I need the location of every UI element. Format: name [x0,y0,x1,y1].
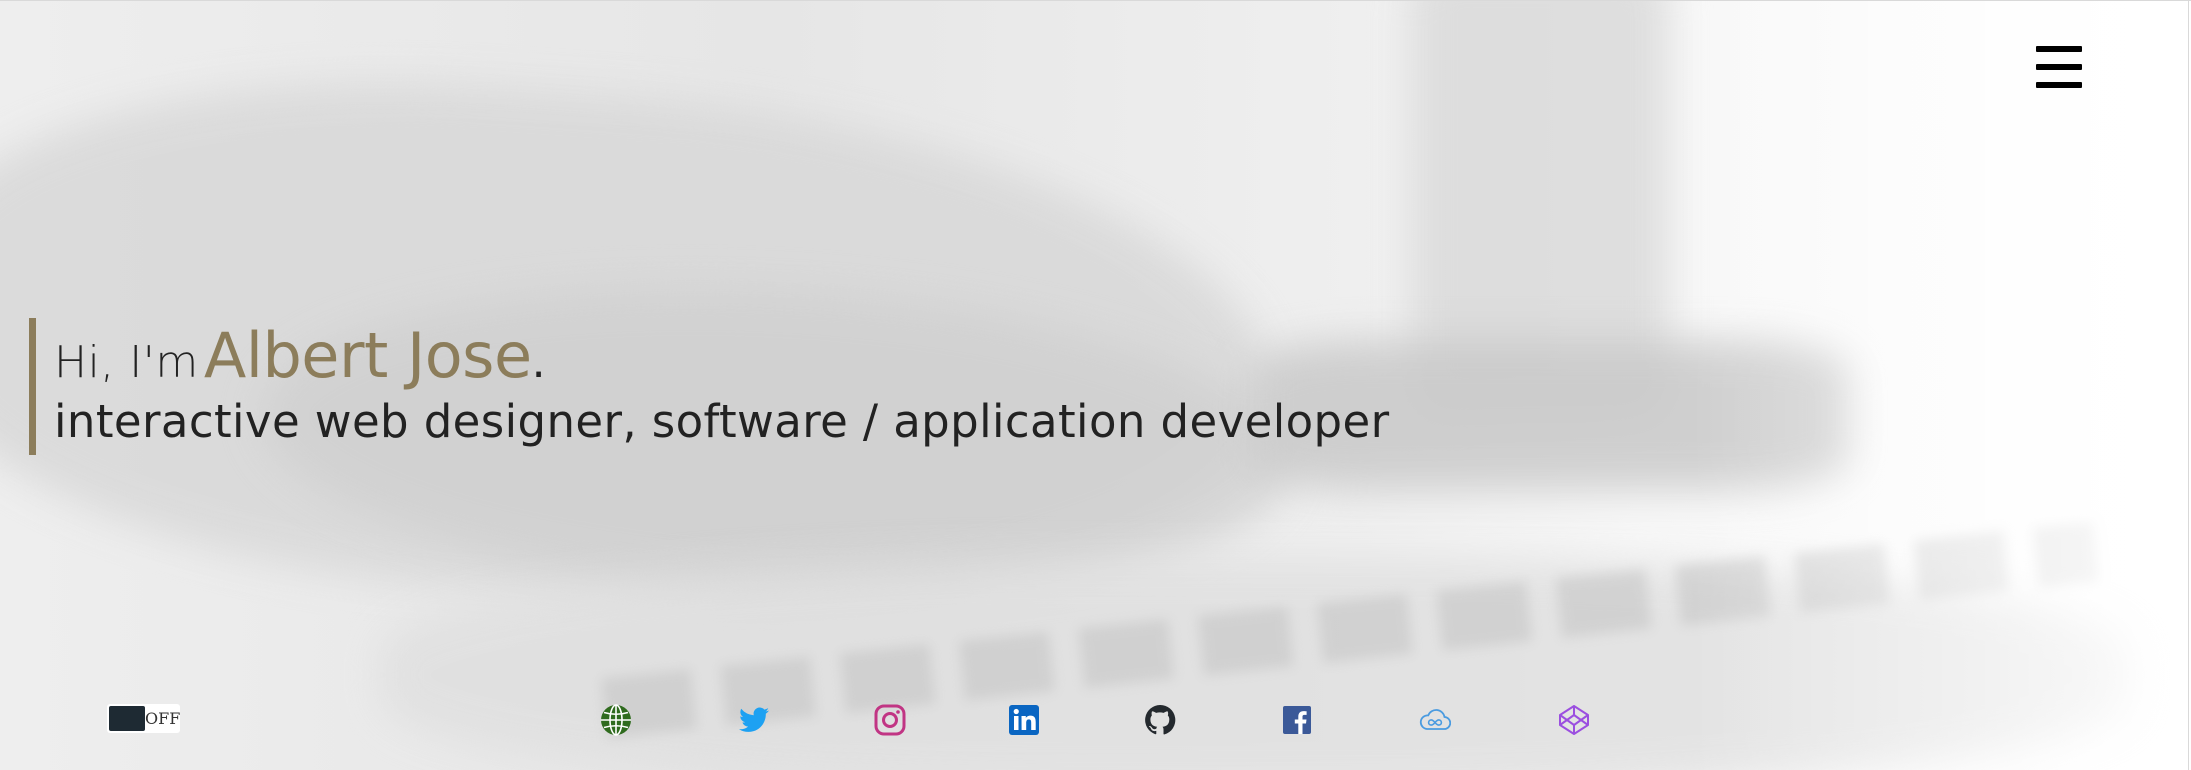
name-text: Albert Jose [203,319,532,392]
twitter-icon [739,707,769,732]
facebook-icon [1283,706,1311,734]
background-fade [1691,0,2191,770]
instagram-link[interactable] [873,703,907,737]
menu-button[interactable] [2036,46,2084,90]
intro-block: Hi, I'm Albert Jose. interactive web des… [29,318,1529,455]
github-icon [1145,704,1176,735]
codepen-icon [1559,705,1589,735]
linkedin-icon [1009,705,1039,735]
greeting-text: Hi, I'm [54,337,199,388]
facebook-link[interactable] [1280,703,1314,737]
intro-heading: Hi, I'm Albert Jose. [54,318,1529,394]
github-link[interactable] [1143,703,1177,737]
right-border [2188,0,2189,770]
cloud-infinity-icon [1419,709,1451,730]
toggle-label: OFF [145,709,181,728]
linkedin-link[interactable] [1007,703,1041,737]
website-link[interactable] [599,703,633,737]
theme-toggle[interactable]: OFF [107,704,180,733]
twitter-link[interactable] [737,703,771,737]
period-text: . [531,337,546,388]
tagline-text: interactive web designer, software / app… [54,395,1390,448]
toggle-knob [109,706,145,731]
codepen-link[interactable] [1557,703,1591,737]
top-border [0,0,2191,1]
hamburger-menu-icon [2036,46,2084,90]
globe-icon [601,704,631,736]
instagram-icon [874,704,906,736]
cloud-link[interactable] [1418,703,1452,737]
